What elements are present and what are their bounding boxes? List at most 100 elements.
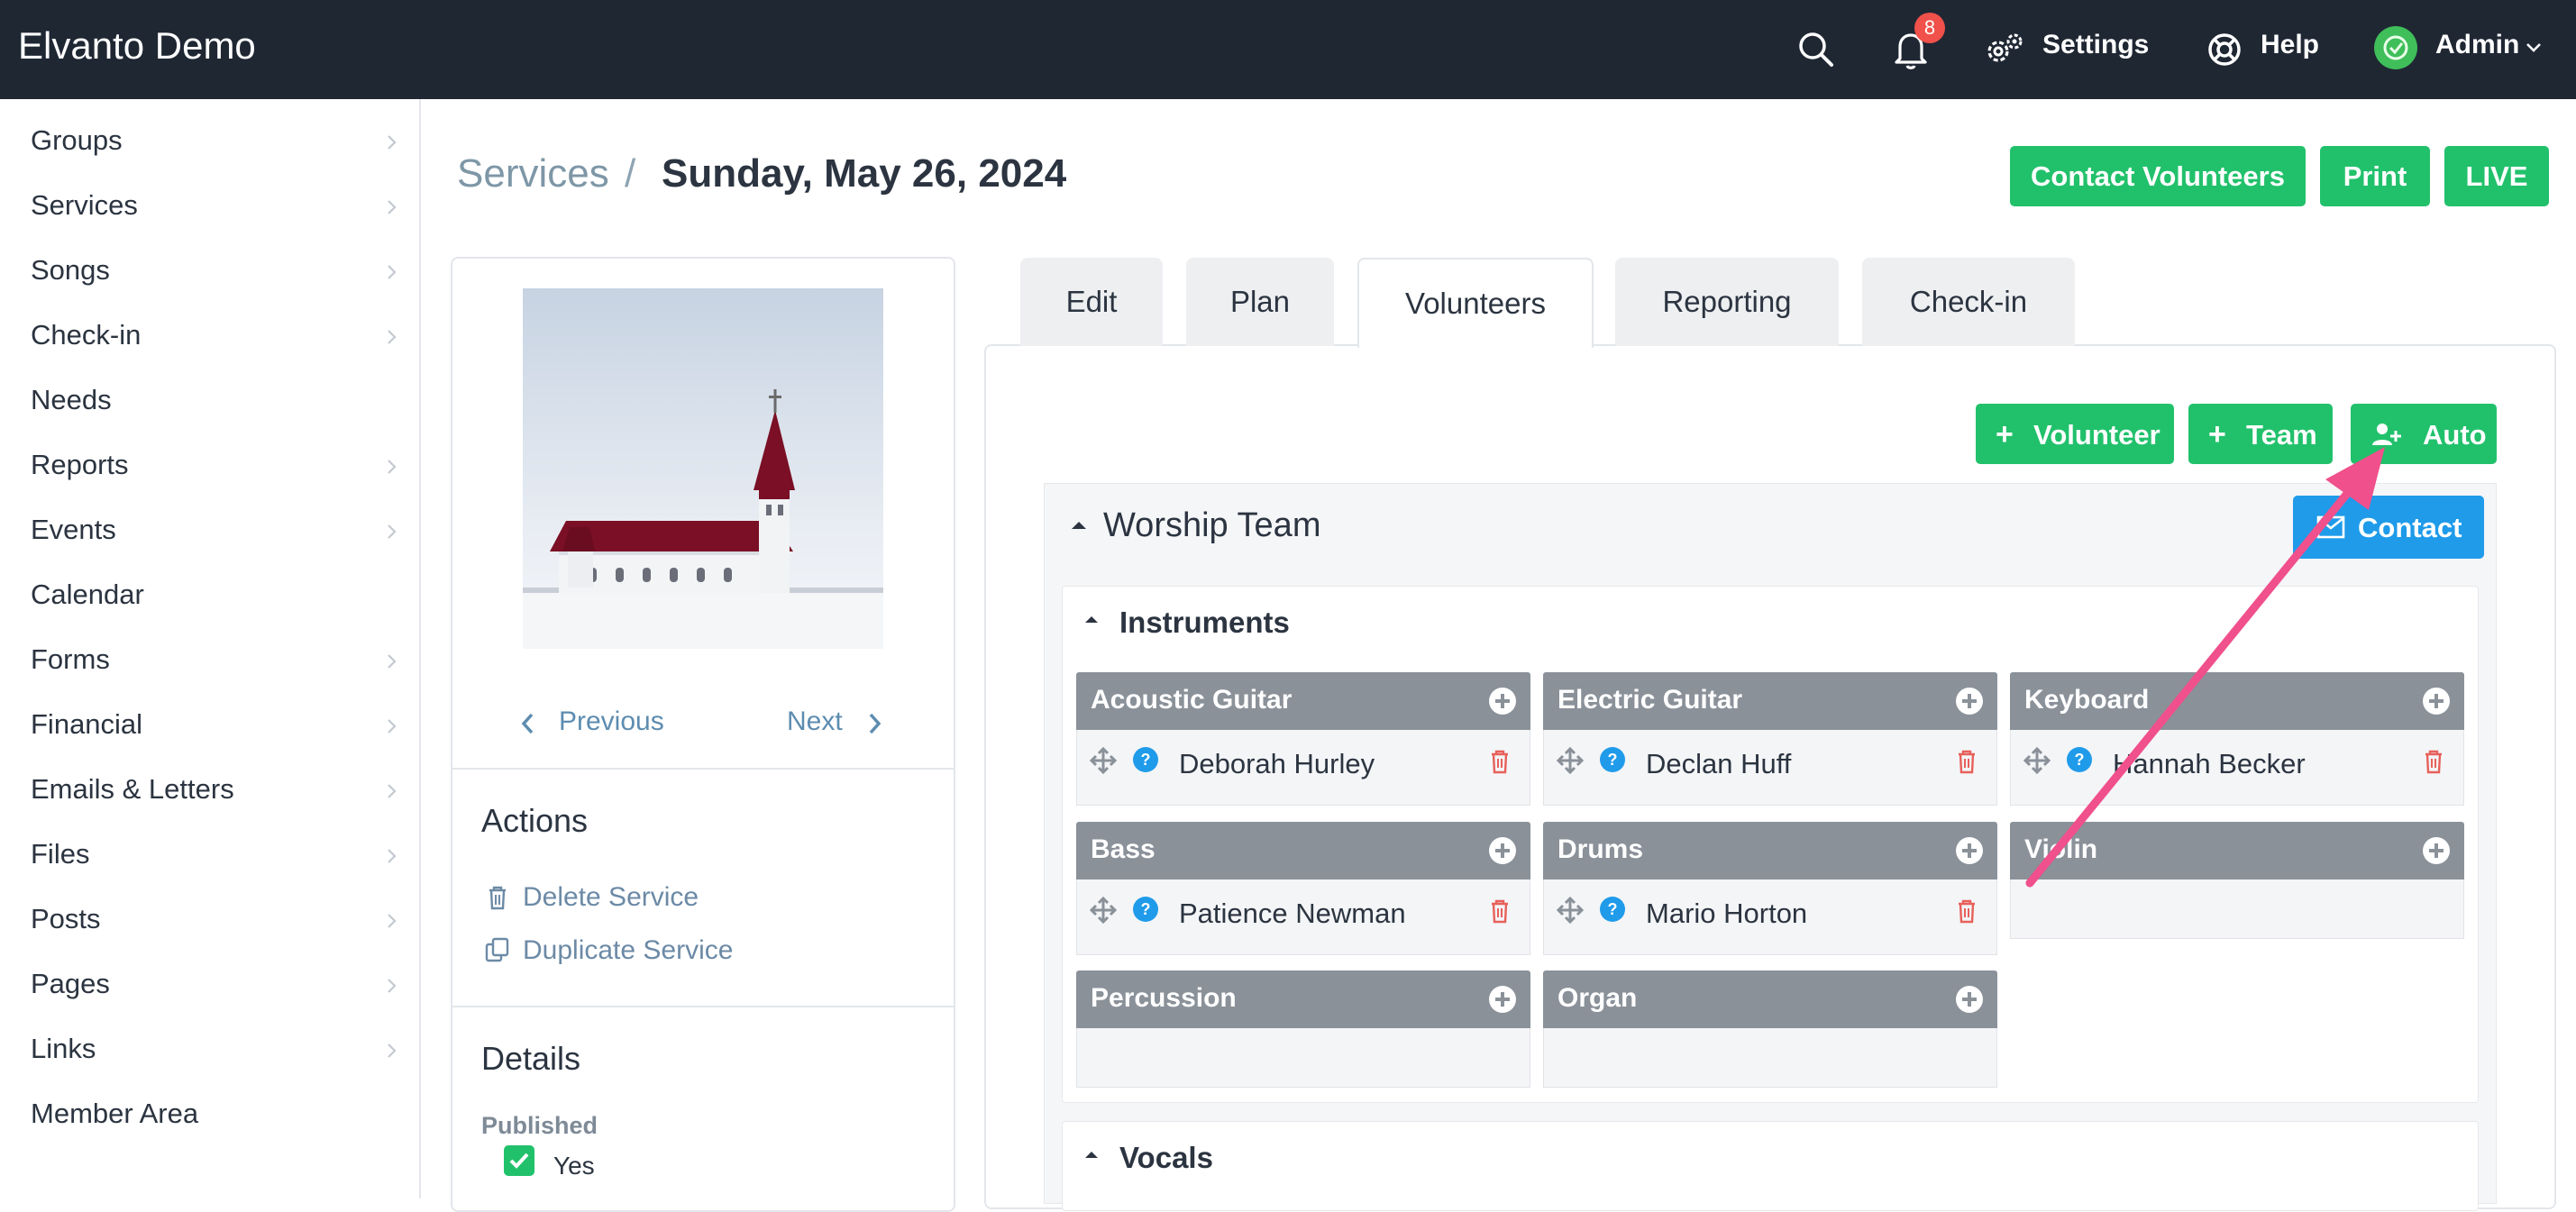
sidebar-item-emails-letters[interactable]: Emails & Letters xyxy=(0,759,419,824)
position-name: Electric Guitar xyxy=(1557,685,1743,715)
drag-move-icon[interactable] xyxy=(2023,746,2051,775)
plus-circle-icon[interactable] xyxy=(1487,984,1518,1015)
tab-plan[interactable]: Plan xyxy=(1186,258,1334,346)
caret-up-icon[interactable] xyxy=(1069,515,1089,535)
trash-icon[interactable] xyxy=(485,883,510,912)
user-menu[interactable]: Admin xyxy=(2435,30,2519,60)
avatar[interactable] xyxy=(2374,26,2417,69)
chevron-left-icon[interactable] xyxy=(519,712,535,735)
volunteer-name[interactable]: Hannah Becker xyxy=(2113,748,2306,780)
department-name[interactable]: Instruments xyxy=(1119,606,1290,640)
position-name: Violin xyxy=(2024,834,2098,864)
sidebar-item-services[interactable]: Services xyxy=(0,175,419,240)
sidebar-item-label: Songs xyxy=(31,254,110,286)
svg-text:?: ? xyxy=(1141,751,1151,769)
caret-up-icon[interactable] xyxy=(1083,611,1100,627)
question-circle-icon[interactable]: ? xyxy=(1599,896,1626,923)
sidebar-item-posts[interactable]: Posts xyxy=(0,888,419,953)
team-name[interactable]: Worship Team xyxy=(1103,506,1320,545)
sidebar-item-label: Services xyxy=(31,189,138,221)
chevron-right-icon xyxy=(388,200,397,214)
plus-circle-icon[interactable] xyxy=(2421,686,2452,716)
volunteer-name[interactable]: Mario Horton xyxy=(1646,898,1807,930)
caret-up-icon[interactable] xyxy=(1083,1146,1100,1162)
add-volunteer-button[interactable]: + Volunteer xyxy=(1976,404,2174,464)
sidebar-item-reports[interactable]: Reports xyxy=(0,434,419,499)
delete-service-link[interactable]: Delete Service xyxy=(523,882,699,913)
trash-icon[interactable] xyxy=(1956,748,1978,775)
chevron-right-icon[interactable] xyxy=(867,712,883,735)
tab-volunteers[interactable]: Volunteers xyxy=(1357,258,1594,348)
drag-move-icon[interactable] xyxy=(1089,896,1118,925)
sidebar-item-links[interactable]: Links xyxy=(0,1018,419,1083)
previous-link[interactable]: Previous xyxy=(559,706,664,737)
tab-reporting[interactable]: Reporting xyxy=(1615,258,1839,346)
position-header: Acoustic Guitar xyxy=(1076,672,1530,730)
sidebar-item-member-area[interactable]: Member Area xyxy=(0,1083,419,1148)
question-circle-icon[interactable]: ? xyxy=(2066,746,2093,773)
position-slot xyxy=(2010,879,2464,939)
sidebar-item-label: Reports xyxy=(31,449,129,480)
sidebar-item-financial[interactable]: Financial xyxy=(0,694,419,759)
sidebar-item-forms[interactable]: Forms xyxy=(0,629,419,694)
chevron-down-icon[interactable] xyxy=(2524,38,2544,58)
add-team-label: Team xyxy=(2246,419,2317,451)
add-team-button[interactable]: + Team xyxy=(2188,404,2333,464)
trash-icon[interactable] xyxy=(2423,748,2444,775)
chevron-right-icon xyxy=(388,849,397,863)
settings-link[interactable]: Settings xyxy=(2042,30,2149,60)
plus-circle-icon[interactable] xyxy=(1954,835,1985,866)
page-title: Sunday, May 26, 2024 xyxy=(662,151,1067,196)
position-header: Violin xyxy=(2010,822,2464,879)
trash-icon[interactable] xyxy=(1489,748,1511,775)
chevron-right-icon xyxy=(388,654,397,669)
sidebar-item-groups[interactable]: Groups xyxy=(0,110,419,175)
notification-badge: 8 xyxy=(1914,13,1945,43)
drag-move-icon[interactable] xyxy=(1556,746,1585,775)
plus-circle-icon[interactable] xyxy=(1954,984,1985,1015)
sidebar-item-songs[interactable]: Songs xyxy=(0,240,419,305)
question-circle-icon[interactable]: ? xyxy=(1132,896,1159,923)
sidebar-item-events[interactable]: Events xyxy=(0,499,419,564)
sidebar-item-needs[interactable]: Needs xyxy=(0,369,419,434)
tab-check-in[interactable]: Check-in xyxy=(1862,258,2075,346)
question-circle-icon[interactable]: ? xyxy=(1599,746,1626,773)
duplicate-service-link[interactable]: Duplicate Service xyxy=(523,935,733,966)
trash-icon[interactable] xyxy=(1489,898,1511,925)
live-button[interactable]: LIVE xyxy=(2444,146,2549,206)
chevron-right-icon xyxy=(388,979,397,993)
volunteer-name[interactable]: Declan Huff xyxy=(1646,748,1791,780)
plus-circle-icon[interactable] xyxy=(1487,686,1518,716)
chevron-right-icon xyxy=(388,330,397,344)
plus-circle-icon[interactable] xyxy=(2421,835,2452,866)
lifebuoy-icon[interactable] xyxy=(2199,24,2250,75)
sidebar-item-files[interactable]: Files xyxy=(0,824,419,888)
plus-circle-icon[interactable] xyxy=(1954,686,1985,716)
copy-icon[interactable] xyxy=(483,935,512,964)
drag-move-icon[interactable] xyxy=(1089,746,1118,775)
drag-move-icon[interactable] xyxy=(1556,896,1585,925)
checkbox-checked-icon[interactable] xyxy=(503,1144,535,1177)
next-link[interactable]: Next xyxy=(787,706,843,737)
trash-icon[interactable] xyxy=(1956,898,1978,925)
app-title[interactable]: Elvanto Demo xyxy=(18,24,256,68)
sidebar-item-calendar[interactable]: Calendar xyxy=(0,564,419,629)
search-icon[interactable] xyxy=(1791,24,1841,75)
chevron-right-icon xyxy=(388,1043,397,1058)
plus-circle-icon[interactable] xyxy=(1487,835,1518,866)
chevron-right-icon xyxy=(388,135,397,150)
help-link[interactable]: Help xyxy=(2261,30,2319,60)
print-button[interactable]: Print xyxy=(2320,146,2430,206)
contact-volunteers-button[interactable]: Contact Volunteers xyxy=(2010,146,2306,206)
sidebar-item-check-in[interactable]: Check-in xyxy=(0,305,419,369)
auto-button[interactable]: Auto xyxy=(2351,404,2497,464)
contact-team-button[interactable]: Contact xyxy=(2293,496,2484,559)
breadcrumb-services[interactable]: Services xyxy=(457,151,609,196)
question-circle-icon[interactable]: ? xyxy=(1132,746,1159,773)
department-name[interactable]: Vocals xyxy=(1119,1141,1213,1175)
volunteer-name[interactable]: Patience Newman xyxy=(1179,898,1406,930)
volunteer-name[interactable]: Deborah Hurley xyxy=(1179,748,1375,780)
sidebar-item-pages[interactable]: Pages xyxy=(0,953,419,1018)
tab-edit[interactable]: Edit xyxy=(1020,258,1163,346)
gear-icon[interactable] xyxy=(1979,24,2030,75)
